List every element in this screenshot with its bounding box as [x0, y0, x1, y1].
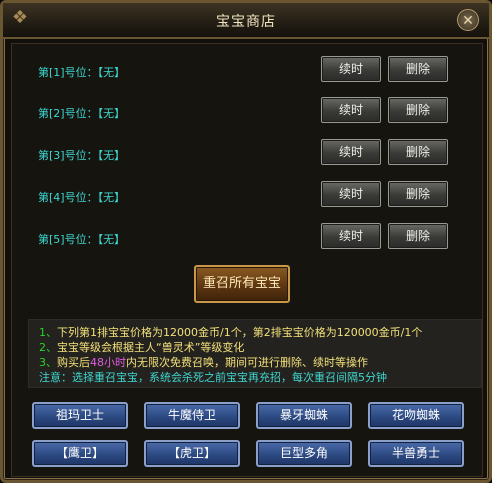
delete-button-3[interactable]: 删除: [388, 139, 448, 165]
renew-button-3[interactable]: 续时: [321, 139, 381, 165]
info-text: 内无限次免费召唤，期间可进行删除、续时等操作: [126, 356, 368, 369]
info-panel: 1、下列第1排宝宝价格为12000金币/1个，第2排宝宝价格为120000金币/…: [28, 319, 482, 388]
slot-label-1: 第[1]号位：【无】: [38, 66, 126, 79]
summon-all-button[interactable]: 重召所有宝宝: [194, 265, 290, 303]
slot-label-2: 第[2]号位：【无】: [38, 107, 126, 120]
slot-label-3: 第[3]号位：【无】: [38, 149, 126, 162]
delete-button-2[interactable]: 删除: [388, 97, 448, 123]
pet-button[interactable]: 【虎卫】: [144, 440, 240, 467]
pet-shop-window: ❖ 宝宝商店 ✕ 第[1]号位：【无】 续时 删除 第[2]号位：【无】 续时 …: [0, 0, 492, 483]
info-line-3: 3、购买后48小时内无限次免费召唤，期间可进行删除、续时等操作: [39, 354, 368, 370]
pet-button[interactable]: 牛魔侍卫: [144, 402, 240, 429]
content-panel: 第[1]号位：【无】 续时 删除 第[2]号位：【无】 续时 删除 第[3]号位…: [11, 43, 483, 477]
renew-button-2[interactable]: 续时: [321, 97, 381, 123]
pet-button[interactable]: 花吻蜘蛛: [368, 402, 464, 429]
pet-button[interactable]: 【鹰卫】: [32, 440, 128, 467]
renew-button-4[interactable]: 续时: [321, 181, 381, 207]
pet-button[interactable]: 暴牙蜘蛛: [256, 402, 352, 429]
delete-button-4[interactable]: 删除: [388, 181, 448, 207]
pet-button[interactable]: 巨型多角: [256, 440, 352, 467]
slot-label-4: 第[4]号位：【无】: [38, 191, 126, 204]
info-number: 2、: [39, 341, 57, 354]
delete-button-1[interactable]: 删除: [388, 56, 448, 82]
renew-button-1[interactable]: 续时: [321, 56, 381, 82]
info-line-2: 2、宝宝等级会根据主人“兽灵术”等级变化: [39, 339, 244, 355]
pet-button[interactable]: 半兽勇士: [368, 440, 464, 467]
info-line-1: 1、下列第1排宝宝价格为12000金币/1个，第2排宝宝价格为120000金币/…: [39, 324, 422, 340]
info-text: 购买后: [57, 356, 90, 369]
info-number: 1、: [39, 326, 57, 339]
window-title: 宝宝商店: [216, 14, 276, 30]
title-bar[interactable]: ❖ 宝宝商店 ✕: [3, 3, 489, 39]
duration-highlight: 48小时: [90, 356, 126, 369]
close-icon[interactable]: ✕: [457, 9, 479, 31]
delete-button-5[interactable]: 删除: [388, 223, 448, 249]
renew-button-5[interactable]: 续时: [321, 223, 381, 249]
info-number: 3、: [39, 356, 57, 369]
info-note: 注意：选择重召宝宝，系统会杀死之前宝宝再充招，每次重召间隔5分钟: [39, 371, 387, 384]
pet-button[interactable]: 祖玛卫士: [32, 402, 128, 429]
info-text: 下列第1排宝宝价格为12000金币/1个，第2排宝宝价格为120000金币/1个: [57, 326, 423, 339]
info-text: 宝宝等级会根据主人“兽灵术”等级变化: [57, 341, 245, 354]
slot-label-5: 第[5]号位：【无】: [38, 233, 126, 246]
